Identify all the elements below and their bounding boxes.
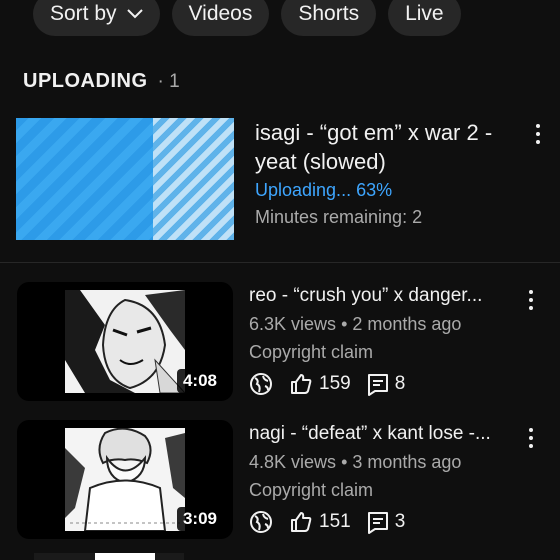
like-count: 151	[319, 511, 351, 532]
upload-status: Uploading... 63%	[255, 180, 393, 200]
shorts-chip[interactable]: Shorts	[281, 0, 377, 36]
upload-thumbnail[interactable]	[16, 118, 234, 240]
view-count: 6.3K views	[249, 314, 337, 334]
upload-progress-remainder	[153, 118, 234, 240]
video-duration: 3:09	[176, 507, 223, 531]
chevron-down-icon	[126, 9, 143, 19]
globe-icon	[250, 373, 272, 395]
video-title[interactable]: reo - “crush you” x danger...	[249, 285, 511, 307]
sort-by-label: Sort by	[50, 2, 117, 25]
thumbs-up-icon	[291, 374, 312, 394]
video-stats: 151 3	[249, 510, 529, 534]
copyright-claim[interactable]: Copyright claim	[249, 480, 529, 501]
sort-by-chip[interactable]: Sort by	[33, 0, 160, 36]
live-chip[interactable]: Live	[388, 0, 461, 36]
view-count: 4.8K views	[249, 452, 337, 472]
comment-icon	[367, 512, 388, 534]
video-meta: 4.8K views • 3 months ago	[249, 452, 529, 473]
upload-remaining: Minutes remaining: 2	[255, 207, 423, 227]
meta-separator: •	[341, 452, 353, 472]
video-more-icon[interactable]	[528, 428, 534, 448]
anime-art-image	[65, 290, 185, 393]
copyright-claim[interactable]: Copyright claim	[249, 342, 529, 363]
count-value: 1	[169, 70, 180, 92]
video-thumbnail[interactable]: 3:09	[17, 420, 233, 539]
like-count: 159	[319, 373, 351, 394]
video-thumbnail[interactable]: 4:08	[17, 282, 233, 401]
count-separator: ·	[157, 70, 164, 92]
video-title[interactable]: nagi - “defeat” x kant lose -...	[249, 423, 511, 445]
upload-info: isagi - “got em” x war 2 - yeat (slowed)…	[255, 118, 525, 228]
upload-age: 2 months ago	[352, 314, 462, 334]
meta-separator: •	[341, 314, 353, 334]
video-meta: 6.3K views • 2 months ago	[249, 314, 529, 335]
video-duration: 4:08	[176, 369, 223, 393]
section-divider	[0, 262, 560, 263]
filter-chip-bar: Sort by Videos Shorts Live	[33, 0, 461, 36]
comment-icon	[367, 374, 388, 396]
videos-chip[interactable]: Videos	[171, 0, 270, 36]
upload-more-icon[interactable]	[535, 124, 541, 144]
comment-count: 8	[394, 373, 406, 394]
uploading-count: · 1	[158, 71, 180, 93]
upload-title: isagi - “got em” x war 2 - yeat (slowed)	[255, 120, 493, 174]
video-info: reo - “crush you” x danger... 6.3K views…	[249, 285, 529, 396]
video-more-icon[interactable]	[528, 290, 534, 310]
next-video-art-edge	[95, 553, 155, 560]
uploading-section-header: UPLOADING · 1	[23, 70, 180, 93]
video-stats: 159 8	[249, 372, 529, 396]
upload-age: 3 months ago	[352, 452, 462, 472]
globe-icon	[250, 511, 272, 533]
comment-count: 3	[394, 511, 406, 532]
thumbs-up-icon	[291, 512, 312, 532]
video-info: nagi - “defeat” x kant lose -... 4.8K vi…	[249, 423, 529, 534]
uploading-heading: UPLOADING	[23, 70, 148, 92]
anime-art-image	[65, 428, 185, 531]
